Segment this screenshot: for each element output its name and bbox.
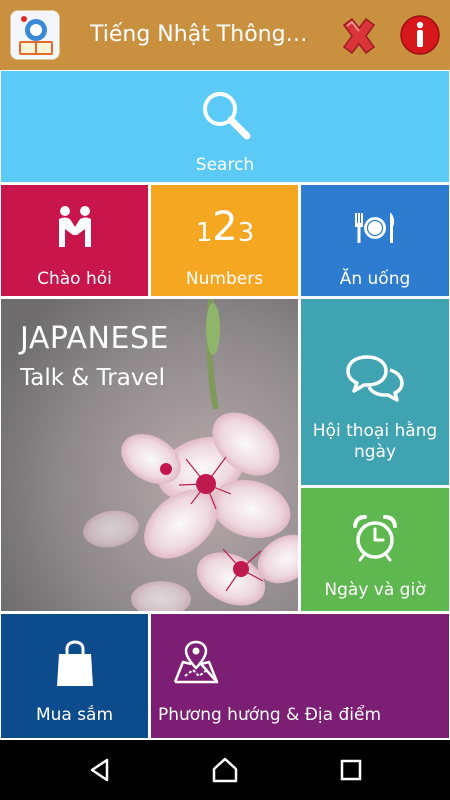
numbers-label: Numbers [185,269,264,289]
datetime-label: Ngày và giờ [324,580,426,600]
app-logo-icon [10,10,60,60]
search-label: Search [195,155,255,175]
hero-subtitle: Talk & Travel [20,365,165,391]
numbers-tile[interactable]: 1 2 3 Numbers [151,185,298,296]
greetings-tile[interactable]: Chào hỏi [1,185,148,296]
dining-icon [353,211,397,249]
eating-tile[interactable]: Ăn uống [301,185,449,296]
home-icon[interactable] [210,755,240,785]
close-icon[interactable] [338,15,380,57]
system-navigation-bar [0,740,450,800]
directions-label: Phương hướng & Địa điểm [158,705,382,725]
shopping-tile[interactable]: Mua sắm [1,614,148,738]
app-bar: Tiếng Nhật Thông… [0,0,450,70]
search-icon [199,88,253,146]
datetime-tile[interactable]: Ngày và giờ [301,488,449,611]
eating-label: Ăn uống [339,269,411,289]
shopping-label: Mua sắm [35,705,114,725]
numbers-icon: 1 2 3 [193,205,257,249]
chat-bubbles-icon [345,354,405,406]
greetings-label: Chào hỏi [37,269,112,289]
people-icon [57,205,93,253]
numbers-glyph-1: 1 [195,218,213,248]
numbers-glyph-2: 2 [212,204,238,250]
recents-icon[interactable] [336,755,366,785]
app-title: Tiếng Nhật Thông… [90,22,308,47]
search-tile[interactable]: Search [1,71,449,182]
numbers-glyph-3: 3 [237,218,255,248]
alarm-clock-icon [352,514,398,566]
map-pin-icon [173,640,219,690]
conversation-label-line1: Hội thoại hằng [312,421,438,441]
conversation-label-line2: ngày [353,442,397,462]
directions-tile[interactable]: Phương hướng & Địa điểm [151,614,449,738]
hero-title: JAPANESE [20,321,169,356]
back-icon[interactable] [85,755,115,785]
info-icon[interactable] [399,14,441,56]
shopping-bag-icon [55,640,95,692]
hero-tile[interactable]: JAPANESE Talk & Travel [1,299,298,611]
conversation-tile[interactable]: Hội thoại hằng ngày [301,299,449,485]
